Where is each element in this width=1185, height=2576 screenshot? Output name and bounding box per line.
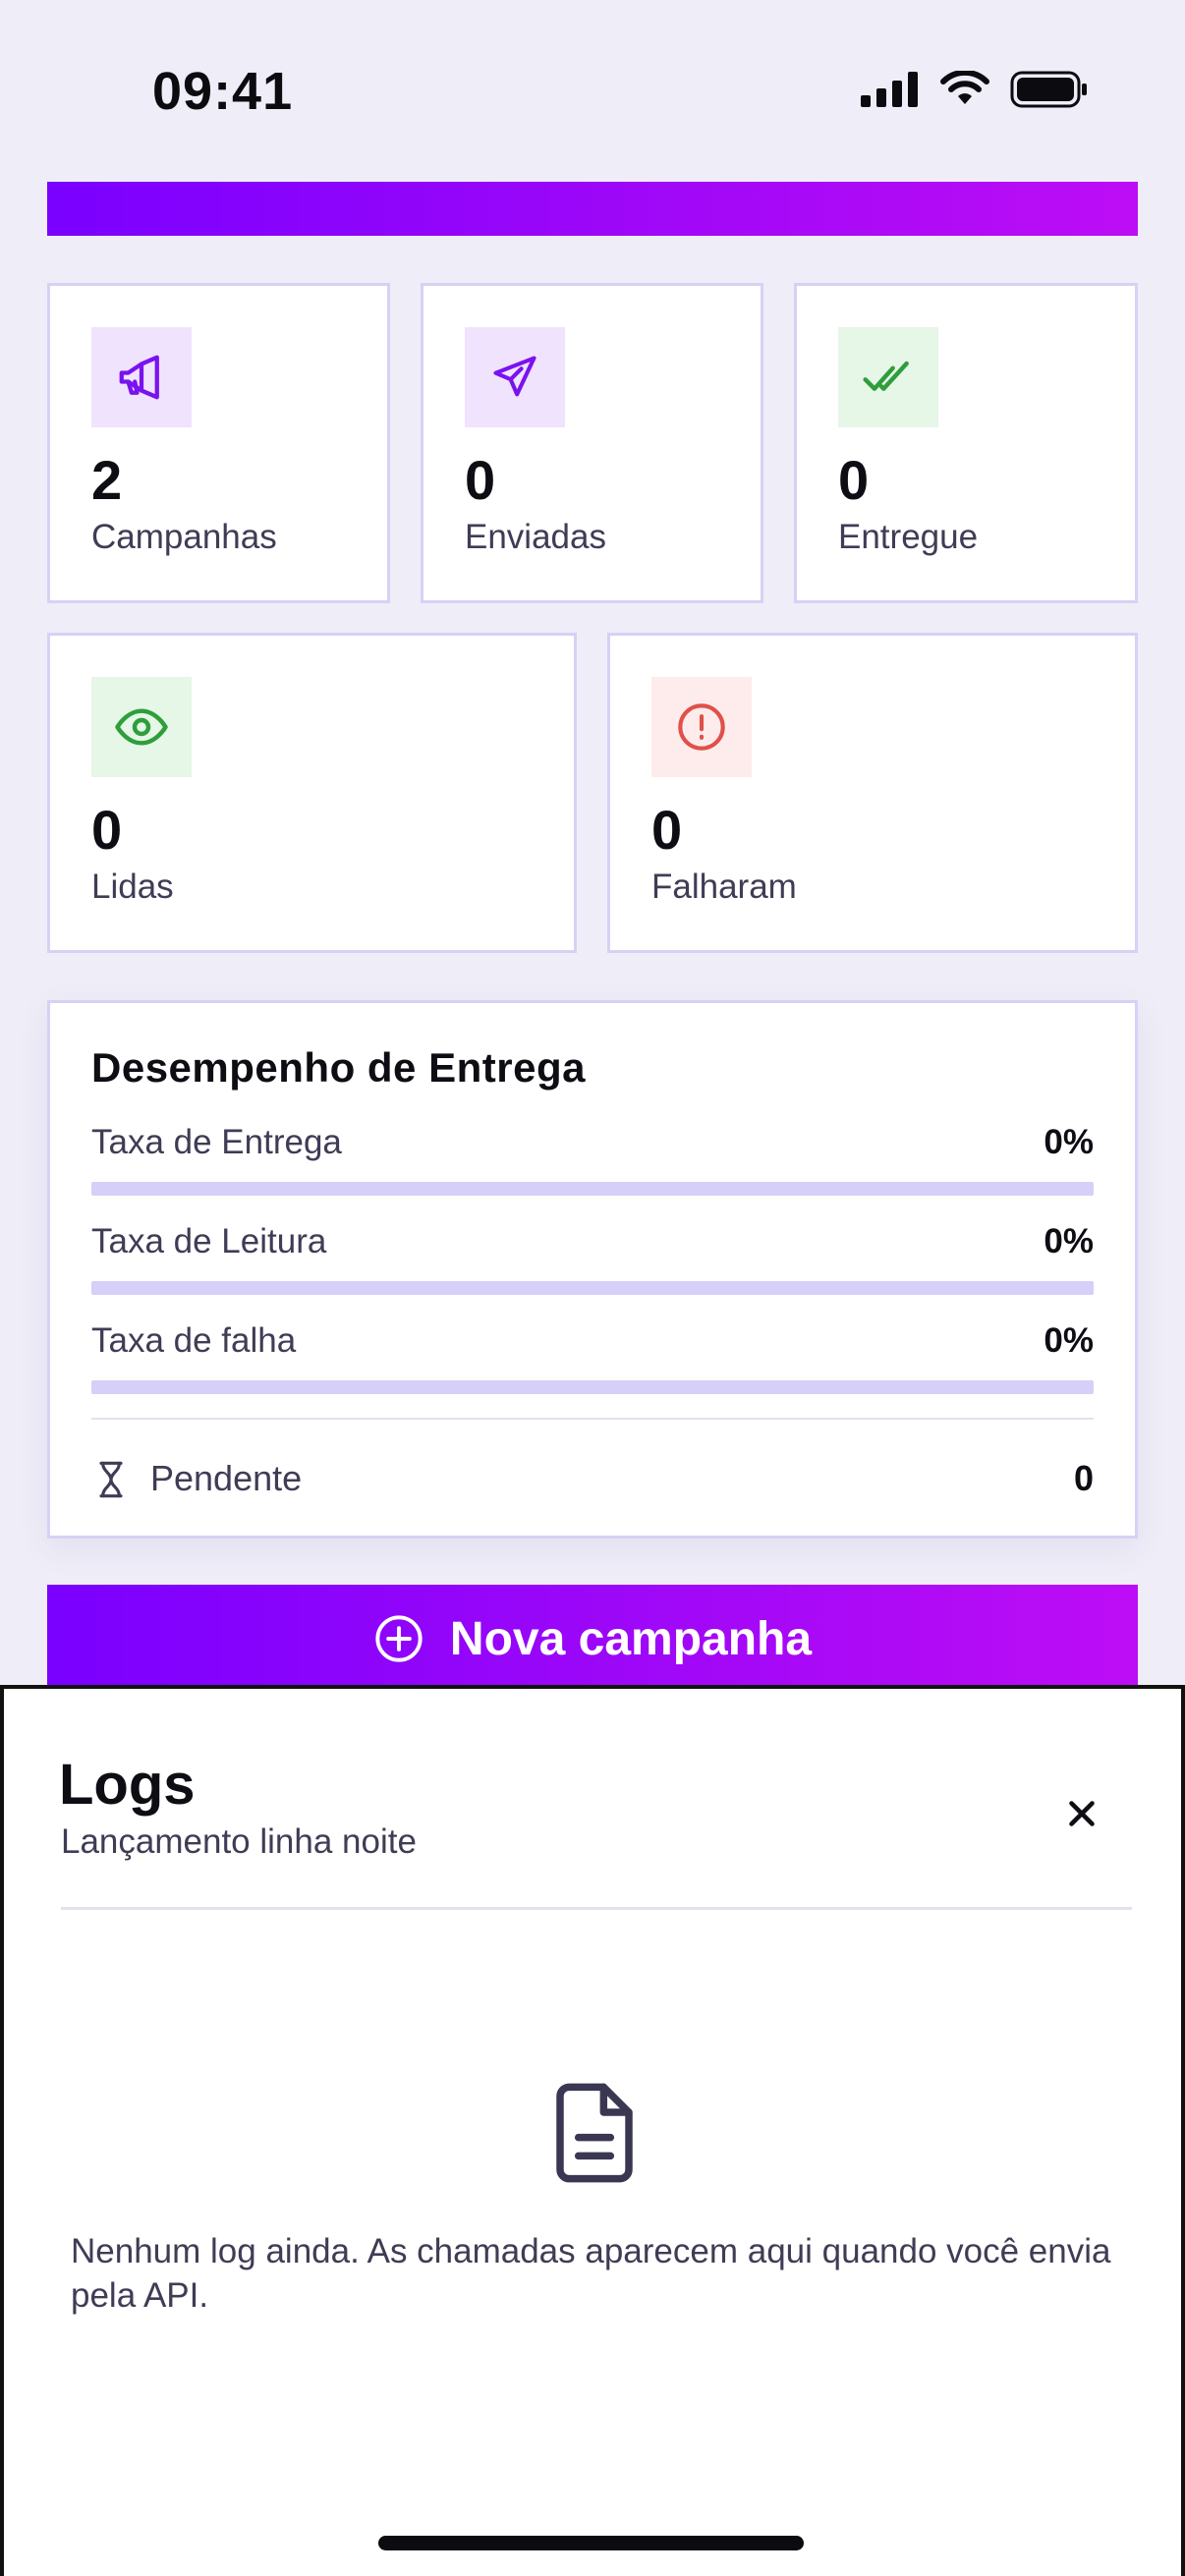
alert-circle-icon: [678, 703, 725, 751]
stat-label: Enviadas: [465, 518, 606, 556]
home-indicator[interactable]: [378, 2536, 804, 2550]
new-campaign-label: Nova campanha: [449, 1612, 813, 1665]
stat-icon-box: [91, 677, 192, 777]
pending-label: Pendente: [150, 1458, 303, 1498]
stat-label: Lidas: [91, 868, 174, 906]
delivery-performance-card: Desempenho de Entrega Taxa de Entrega 0%…: [47, 1000, 1138, 1539]
stat-card-entregue[interactable]: 0 Entregue: [794, 283, 1138, 603]
stat-icon-box: [838, 327, 938, 427]
header-gradient-bar: [47, 182, 1138, 236]
stat-label: Campanhas: [91, 518, 277, 556]
metric-value: 0%: [1044, 1123, 1094, 1161]
stat-card-falharam[interactable]: 0 Falharam: [607, 633, 1138, 953]
metric-delivery-rate: Taxa de Entrega 0%: [91, 1123, 1094, 1202]
stat-value: 0: [838, 449, 870, 511]
close-icon: [1069, 1801, 1095, 1826]
metric-failure-rate: Taxa de falha 0%: [91, 1321, 1094, 1400]
status-icons: [861, 71, 1089, 108]
send-icon: [493, 356, 536, 397]
logs-bottom-sheet: Logs Lançamento linha noite Nenhum log a…: [0, 1685, 1185, 2576]
stat-icon-box: [465, 327, 565, 427]
stat-label: Falharam: [651, 868, 797, 906]
stat-value: 2: [91, 449, 123, 511]
performance-title: Desempenho de Entrega: [91, 1044, 586, 1091]
eye-icon: [115, 708, 168, 746]
new-campaign-button[interactable]: Nova campanha: [47, 1585, 1138, 1693]
battery-icon: [1010, 71, 1087, 108]
status-time: 09:41: [152, 62, 294, 121]
stat-value: 0: [465, 449, 496, 511]
sheet-subtitle: Lançamento linha noite: [61, 1822, 417, 1861]
plus-circle-icon: [375, 1615, 423, 1662]
progress-track: [91, 1380, 1094, 1394]
close-button[interactable]: [1047, 1779, 1116, 1848]
megaphone-icon: [119, 355, 159, 400]
stat-value: 0: [91, 799, 123, 861]
stat-value: 0: [651, 799, 683, 861]
empty-logs-message: Nenhum log ainda. As chamadas aparecem a…: [71, 2232, 1111, 2315]
progress-track: [91, 1182, 1094, 1196]
wifi-icon: [940, 71, 989, 104]
stat-icon-box: [651, 677, 752, 777]
stat-card-enviadas[interactable]: 0 Enviadas: [421, 283, 763, 603]
stat-card-campanhas[interactable]: 2 Campanhas: [47, 283, 390, 603]
metric-value: 0%: [1044, 1321, 1094, 1360]
cellular-signal-icon: [861, 72, 918, 107]
stat-card-lidas[interactable]: 0 Lidas: [47, 633, 577, 953]
stat-icon-box: [91, 327, 192, 427]
metric-label: Taxa de Leitura: [91, 1222, 327, 1260]
metric-label: Taxa de falha: [91, 1321, 297, 1360]
metric-label: Taxa de Entrega: [91, 1123, 342, 1161]
status-bar: 09:41: [0, 0, 1185, 187]
pending-row: Pendente 0: [91, 1450, 1094, 1505]
divider: [91, 1418, 1094, 1420]
document-icon: [556, 2083, 633, 2183]
progress-track: [91, 1281, 1094, 1295]
metric-value: 0%: [1044, 1222, 1094, 1260]
metric-read-rate: Taxa de Leitura 0%: [91, 1222, 1094, 1301]
hourglass-icon: [99, 1461, 123, 1498]
stat-label: Entregue: [838, 518, 979, 556]
double-check-icon: [863, 361, 909, 391]
pending-value: 0: [1073, 1458, 1094, 1498]
sheet-title: Logs: [59, 1753, 196, 1817]
sheet-divider: [61, 1907, 1132, 1910]
